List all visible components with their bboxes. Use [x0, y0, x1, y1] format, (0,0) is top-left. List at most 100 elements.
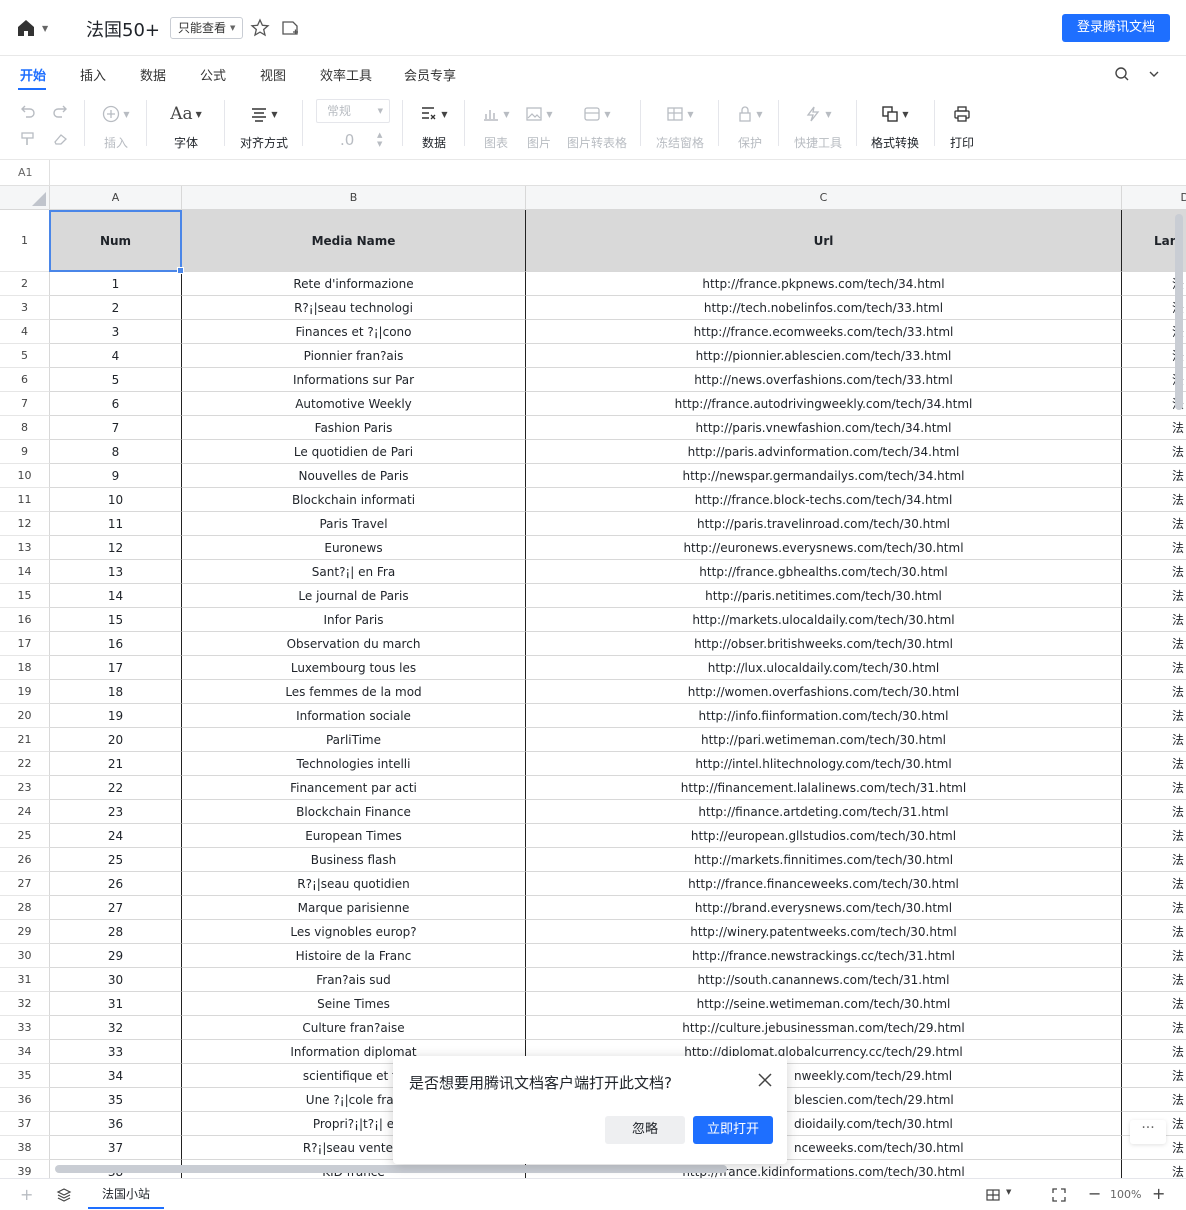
insert-tool[interactable]: ▼ 插入	[98, 102, 134, 151]
cell-num[interactable]: 25	[50, 848, 182, 872]
row-header[interactable]: 8	[0, 416, 50, 440]
column-header-c[interactable]: C	[526, 186, 1122, 210]
decimal-stepper[interactable]: ▲ ▼	[377, 131, 382, 149]
cell-url[interactable]: http://paris.vnewfashion.com/tech/34.htm…	[526, 416, 1122, 440]
cell-url[interactable]: http://paris.advinformation.com/tech/34.…	[526, 440, 1122, 464]
row-header[interactable]: 27	[0, 872, 50, 896]
format-painter-icon[interactable]	[20, 132, 36, 146]
cell-url[interactable]: http://france.ecomweeks.com/tech/33.html	[526, 320, 1122, 344]
row-header[interactable]: 12	[0, 512, 50, 536]
row-header[interactable]: 39	[0, 1160, 50, 1178]
row-header[interactable]: 37	[0, 1112, 50, 1136]
cell-language[interactable]: 法	[1122, 1160, 1186, 1178]
vertical-scrollbar[interactable]	[1175, 214, 1183, 410]
freeze-tool[interactable]: ▼ 冻结窗格	[654, 102, 706, 151]
cell-language[interactable]: 法	[1122, 584, 1186, 608]
cell-media-name[interactable]: Informations sur Par	[182, 368, 526, 392]
image-tool[interactable]: ▼ 图片	[522, 102, 556, 151]
row-header[interactable]: 28	[0, 896, 50, 920]
cell-language[interactable]: 法	[1122, 464, 1186, 488]
row-header[interactable]: 13	[0, 536, 50, 560]
cell-media-name[interactable]: Les femmes de la mod	[182, 680, 526, 704]
star-icon[interactable]	[250, 18, 270, 38]
grid-view-icon[interactable]	[986, 1189, 1000, 1201]
folder-add-icon[interactable]	[280, 18, 300, 38]
cell-language[interactable]: 法	[1122, 680, 1186, 704]
protect-tool[interactable]: ▼ 保护	[734, 102, 766, 151]
cell-media-name[interactable]: Automotive Weekly	[182, 392, 526, 416]
data-tool[interactable]: ▼ 数据	[414, 102, 454, 151]
cell-media-name[interactable]: Pionnier fran?ais	[182, 344, 526, 368]
row-header[interactable]: 32	[0, 992, 50, 1016]
add-sheet-icon[interactable]: +	[20, 1185, 33, 1204]
cell-language[interactable]: 法	[1122, 632, 1186, 656]
cell-media-name[interactable]: Sant?¡| en Fra	[182, 560, 526, 584]
cell-language[interactable]: 法	[1122, 656, 1186, 680]
header-cell-num[interactable]: Num	[50, 210, 182, 272]
cell-num[interactable]: 29	[50, 944, 182, 968]
cell-language[interactable]: 法	[1122, 704, 1186, 728]
cell-num[interactable]: 17	[50, 656, 182, 680]
cell-media-name[interactable]: Observation du march	[182, 632, 526, 656]
cell-num[interactable]: 35	[50, 1088, 182, 1112]
row-header[interactable]: 17	[0, 632, 50, 656]
cell-media-name[interactable]: R?¡|seau technologi	[182, 296, 526, 320]
ignore-button[interactable]: 忽略	[605, 1116, 685, 1144]
cell-num[interactable]: 20	[50, 728, 182, 752]
cell-language[interactable]: 法	[1122, 896, 1186, 920]
spreadsheet-grid[interactable]: A B C D 1 Num Media Name Url Lan 2 1 Rete …	[0, 186, 1186, 1178]
tab-formula[interactable]: 公式	[200, 65, 226, 84]
header-cell-url[interactable]: Url	[526, 210, 1122, 272]
cell-num[interactable]: 37	[50, 1136, 182, 1160]
open-now-button[interactable]: 立即打开	[693, 1116, 773, 1144]
cell-media-name[interactable]: Euronews	[182, 536, 526, 560]
cell-num[interactable]: 16	[50, 632, 182, 656]
cell-language[interactable]: 法	[1122, 416, 1186, 440]
cell-language[interactable]: 法	[1122, 608, 1186, 632]
chevron-down-icon[interactable]	[1148, 68, 1160, 80]
cell-url[interactable]: http://financement.lalalinews.com/tech/3…	[526, 776, 1122, 800]
redo-icon[interactable]	[52, 104, 68, 118]
row-header[interactable]: 24	[0, 800, 50, 824]
row-header[interactable]: 35	[0, 1064, 50, 1088]
cell-num[interactable]: 9	[50, 464, 182, 488]
undo-icon[interactable]	[20, 104, 36, 118]
image-to-table-tool[interactable]: ▼ 图片转表格	[566, 102, 628, 151]
select-all-corner[interactable]	[0, 186, 50, 210]
horizontal-scrollbar[interactable]	[55, 1165, 727, 1173]
cell-language[interactable]: 法	[1122, 536, 1186, 560]
cell-language[interactable]: 法	[1122, 512, 1186, 536]
cell-media-name[interactable]: Blockchain Finance	[182, 800, 526, 824]
chart-tool[interactable]: ▼ 图表	[478, 102, 514, 151]
row-header[interactable]: 34	[0, 1040, 50, 1064]
cell-url[interactable]: http://winery.patentweeks.com/tech/30.ht…	[526, 920, 1122, 944]
tab-efficiency[interactable]: 效率工具	[320, 65, 372, 84]
column-header-a[interactable]: A	[50, 186, 182, 210]
cell-language[interactable]: 法	[1122, 440, 1186, 464]
cell-language[interactable]: 法	[1122, 992, 1186, 1016]
cell-language[interactable]: 法	[1122, 944, 1186, 968]
cell-media-name[interactable]: Financement par acti	[182, 776, 526, 800]
cell-language[interactable]: 法	[1122, 872, 1186, 896]
cell-url[interactable]: http://france.gbhealths.com/tech/30.html	[526, 560, 1122, 584]
print-tool[interactable]: 打印	[948, 102, 976, 151]
cell-url[interactable]: http://seine.wetimeman.com/tech/30.html	[526, 992, 1122, 1016]
cell-num[interactable]: 6	[50, 392, 182, 416]
cell-language[interactable]: 法	[1122, 824, 1186, 848]
column-header-d[interactable]: D	[1122, 186, 1186, 210]
cell-media-name[interactable]: Nouvelles de Paris	[182, 464, 526, 488]
cell-num[interactable]: 28	[50, 920, 182, 944]
tab-view[interactable]: 视图	[260, 65, 286, 84]
more-button[interactable]: ···	[1130, 1120, 1166, 1144]
sheet-tab[interactable]: 法国小站	[88, 1179, 164, 1209]
cell-media-name[interactable]: Technologies intelli	[182, 752, 526, 776]
cell-url[interactable]: http://pionnier.ablescien.com/tech/33.ht…	[526, 344, 1122, 368]
cell-num[interactable]: 8	[50, 440, 182, 464]
cell-num[interactable]: 23	[50, 800, 182, 824]
cell-url[interactable]: http://newspar.germandailys.com/tech/34.…	[526, 464, 1122, 488]
row-header[interactable]: 22	[0, 752, 50, 776]
cell-media-name[interactable]: Seine Times	[182, 992, 526, 1016]
row-header[interactable]: 1	[0, 210, 50, 272]
cell-media-name[interactable]: Les vignobles europ?	[182, 920, 526, 944]
cell-num[interactable]: 36	[50, 1112, 182, 1136]
